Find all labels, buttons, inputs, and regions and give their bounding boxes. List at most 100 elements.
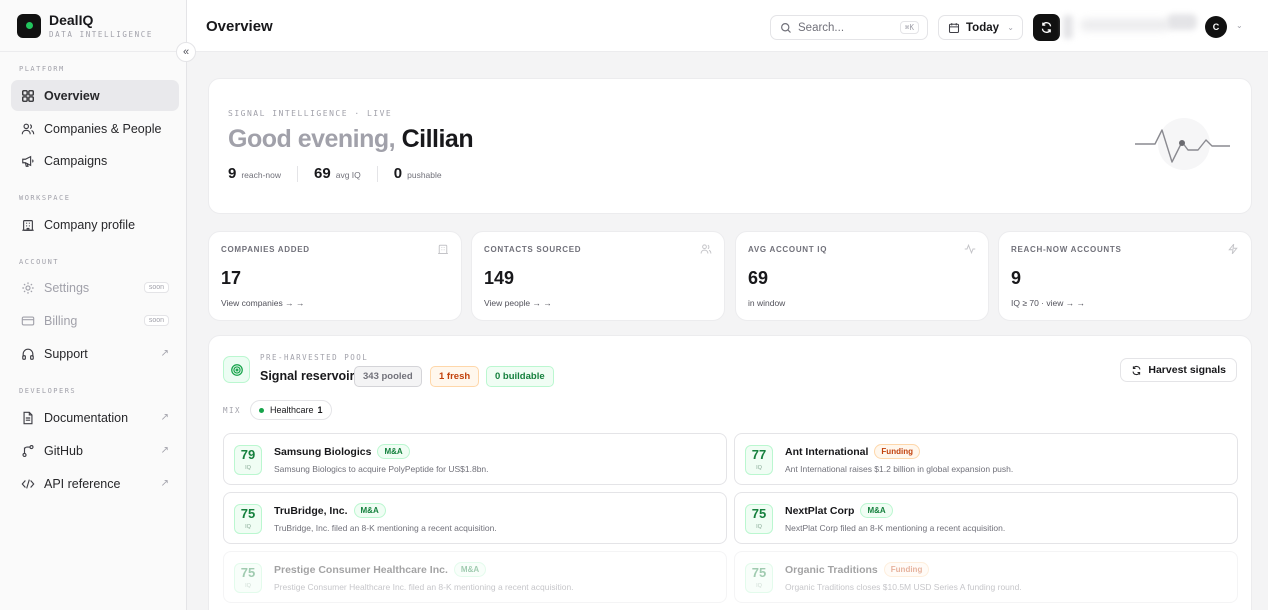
mix-chip-name: Healthcare — [270, 405, 314, 415]
iq-score-badge: 75 IQ — [234, 504, 262, 534]
bolt-icon — [1228, 243, 1238, 255]
refresh-icon — [1041, 22, 1052, 33]
avatar[interactable]: C — [1205, 16, 1227, 38]
signal-description: Samsung Biologics to acquire PolyPeptide… — [274, 464, 489, 474]
kpi-subtext: in window — [748, 298, 786, 308]
refresh-button[interactable] — [1033, 14, 1060, 41]
brand[interactable]: DealIQ DATA INTELLIGENCE — [0, 0, 186, 52]
soon-badge: soon — [143, 315, 169, 326]
sidebar-item-support[interactable]: Support ↗ — [11, 338, 179, 369]
kpi-card-companies-added[interactable]: COMPANIES ADDED 17 View companies → → — [208, 231, 462, 321]
git-icon — [20, 443, 36, 459]
sidebar-item-label: GitHub — [44, 443, 83, 458]
signal-tag: M&A — [377, 444, 410, 459]
signal-card[interactable]: 77 IQ Ant International Funding Ant Intern… — [734, 433, 1238, 485]
divider — [376, 165, 378, 182]
external-link-icon: ↗ — [160, 445, 169, 456]
greeting-text: Good evening, — [228, 125, 396, 153]
target-icon — [223, 356, 250, 383]
sidebar-item-label: Billing — [44, 313, 78, 328]
sidebar-item-campaigns[interactable]: Campaigns — [11, 145, 179, 176]
external-link-icon: ↗ — [160, 412, 169, 423]
signal-tag: M&A — [353, 503, 386, 518]
signal-company: Organic Traditions Funding — [785, 562, 930, 577]
code-icon — [20, 476, 36, 492]
pooled-count-badge: 343 pooled — [354, 366, 422, 387]
kpi-label: COMPANIES ADDED — [221, 245, 310, 254]
date-range-select[interactable]: Today ⌄ — [938, 15, 1023, 40]
megaphone-icon — [20, 153, 36, 169]
soon-badge: soon — [143, 282, 169, 293]
brand-tagline: DATA INTELLIGENCE — [49, 29, 153, 39]
sidebar-item-label: Support — [44, 346, 88, 361]
sidebar-item-github[interactable]: GitHub ↗ — [11, 435, 179, 466]
kpi-value: 69 — [748, 268, 769, 288]
kpi-card-contacts-sourced[interactable]: CONTACTS SOURCED 149 View people → → — [471, 231, 725, 321]
search-input[interactable]: Search... ⌘K — [770, 15, 928, 40]
redacted-content — [1167, 14, 1197, 30]
iq-score-badge: 77 IQ — [745, 445, 773, 475]
harvest-signals-label: Harvest signals — [1148, 364, 1226, 376]
brand-name: DealIQ — [49, 11, 94, 28]
signal-card[interactable]: 75 IQ Prestige Consumer Healthcare Inc. M&… — [223, 551, 727, 603]
sidebar-item-documentation[interactable]: Documentation ↗ — [11, 402, 179, 433]
kpi-label: REACH-NOW ACCOUNTS — [1011, 245, 1122, 254]
search-shortcut-badge: ⌘K — [899, 21, 919, 34]
brand-logo — [17, 13, 41, 38]
hero-stat-pushable: 0 pushable — [393, 165, 442, 182]
signal-tag: M&A — [860, 503, 893, 518]
greeting: Good evening, Cillian — [228, 125, 474, 154]
signal-tag: M&A — [453, 562, 487, 577]
view-reach-now-link[interactable]: IQ ≥ 70 · view → → — [1011, 298, 1085, 308]
signal-description: NextPlat Corp filed an 8-K mentioning a … — [785, 523, 1006, 533]
section-label-platform: PLATFORM — [19, 65, 65, 73]
sidebar-item-settings[interactable]: Settings soon — [11, 272, 179, 303]
sidebar-item-api-reference[interactable]: API reference ↗ — [11, 468, 179, 499]
sidebar-item-label: Campaigns — [44, 153, 108, 168]
kpi-label: AVG ACCOUNT IQ — [748, 245, 828, 254]
sidebar-item-overview[interactable]: Overview — [11, 80, 179, 111]
chevron-down-icon[interactable]: ⌄ — [1236, 21, 1243, 30]
chevron-down-icon: ⌄ — [1007, 23, 1014, 32]
signal-card[interactable]: 75 IQ NextPlat Corp M&A NextPlat Corp file… — [734, 492, 1238, 544]
refresh-icon — [1132, 365, 1141, 375]
page-title: Overview — [206, 18, 273, 35]
topbar: Overview Search... ⌘K Today ⌄ C ⌄ — [187, 0, 1268, 52]
mix-chip-healthcare[interactable]: Healthcare 1 — [250, 400, 332, 420]
pool-kicker: PRE-HARVESTED POOL — [260, 353, 369, 362]
hero-stat-avg-iq: 69 avg IQ — [314, 165, 361, 182]
buildable-count-badge: 0 buildable — [486, 366, 554, 387]
sidebar-item-companies-people[interactable]: Companies & People — [11, 113, 179, 144]
signal-tag: Funding — [883, 562, 930, 577]
signal-company: Prestige Consumer Healthcare Inc. M&A — [274, 562, 487, 577]
harvest-signals-button[interactable]: Harvest signals — [1120, 358, 1237, 382]
section-label-workspace: WORKSPACE — [19, 194, 71, 202]
kpi-card-reach-now-accounts[interactable]: REACH-NOW ACCOUNTS 9 IQ ≥ 70 · view → → — [998, 231, 1252, 321]
kpi-card-avg-account-iq[interactable]: AVG ACCOUNT IQ 69 in window — [735, 231, 989, 321]
section-label-account: ACCOUNT — [19, 258, 60, 266]
sidebar-item-billing[interactable]: Billing soon — [11, 305, 179, 336]
sidebar-item-label: Documentation — [44, 410, 129, 425]
sidebar-item-company-profile[interactable]: Company profile — [11, 209, 179, 240]
greeting-name: Cillian — [401, 125, 474, 153]
external-link-icon: ↗ — [160, 348, 169, 359]
signal-description: Organic Traditions closes $10.5M USD Ser… — [785, 582, 1022, 592]
redacted-content — [1063, 15, 1073, 39]
signal-company: Samsung Biologics M&A — [274, 444, 410, 459]
view-people-link[interactable]: View people → → — [484, 298, 552, 308]
signal-description: TruBridge, Inc. filed an 8-K mentioning … — [274, 523, 497, 533]
signal-description: Ant International raises $1.2 billion in… — [785, 464, 1014, 474]
signal-card[interactable]: 79 IQ Samsung Biologics M&A Samsung Biolog… — [223, 433, 727, 485]
sidebar: DealIQ DATA INTELLIGENCE PLATFORM Overvi… — [0, 0, 187, 610]
signal-description: Prestige Consumer Healthcare Inc. filed … — [274, 582, 574, 592]
kpi-value: 149 — [484, 268, 515, 288]
signal-card[interactable]: 75 IQ TruBridge, Inc. M&A TruBridge, Inc. … — [223, 492, 727, 544]
collapse-sidebar-button[interactable]: « — [176, 42, 196, 62]
signal-tag: Funding — [874, 444, 920, 459]
signal-card[interactable]: 75 IQ Organic Traditions Funding Organic T… — [734, 551, 1238, 603]
view-companies-link[interactable]: View companies → → — [221, 298, 304, 308]
sidebar-item-label: Companies & People — [44, 121, 162, 136]
iq-score-badge: 79 IQ — [234, 445, 262, 475]
signal-reservoir-card: PRE-HARVESTED POOL Signal reservoir 343 … — [208, 335, 1252, 610]
building-icon — [438, 244, 448, 254]
